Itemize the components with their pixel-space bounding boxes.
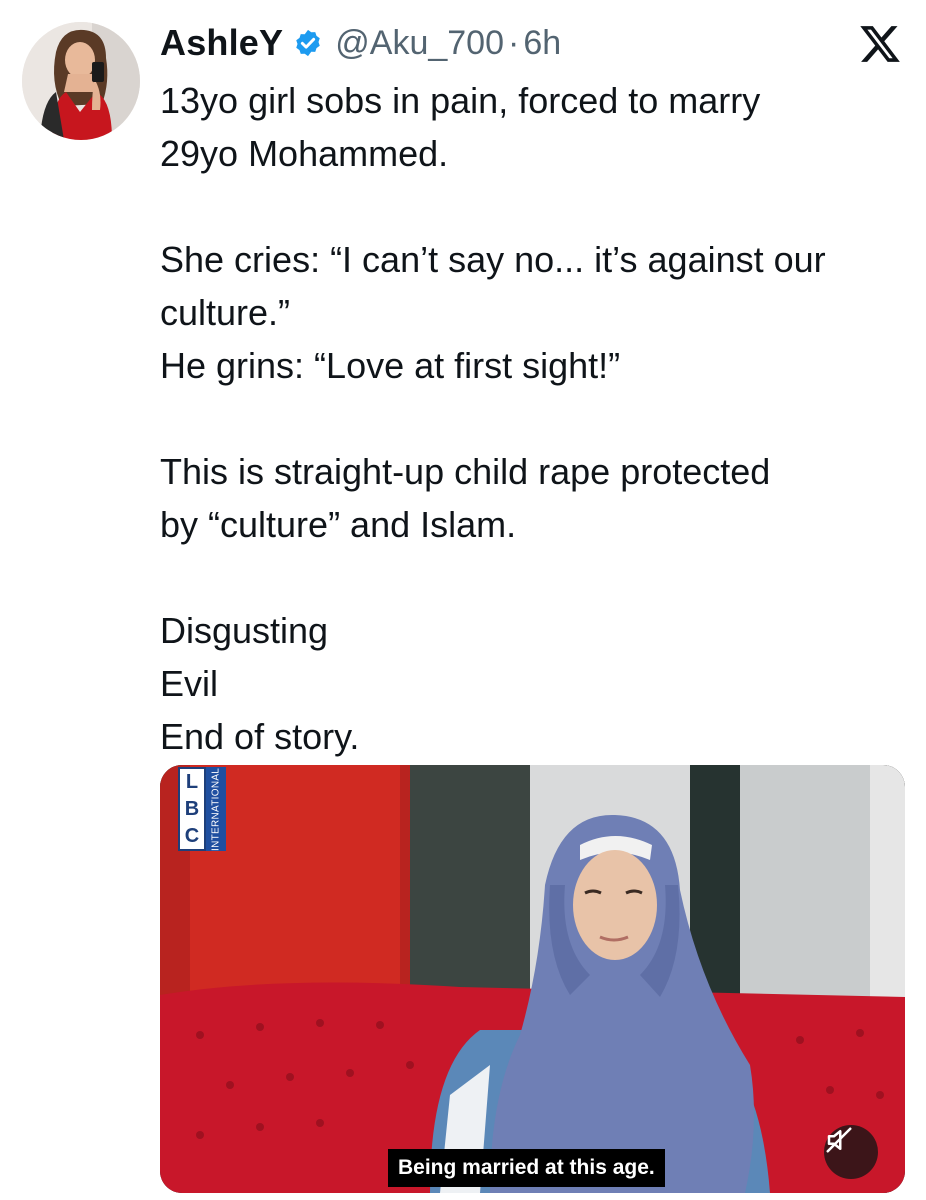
avatar-photo: [22, 22, 140, 140]
tweet: AshleY @Aku_700 · 6h 13yo girl sobs in p…: [0, 0, 926, 1200]
tweet-line: culture.”: [160, 292, 291, 333]
author-handle[interactable]: @Aku_700: [335, 24, 504, 63]
tweet-timestamp[interactable]: 6h: [523, 24, 561, 63]
tweet-header: AshleY @Aku_700 · 6h: [160, 18, 561, 68]
tweet-line: by “culture” and Islam.: [160, 504, 517, 545]
tweet-line: End of story.: [160, 716, 360, 757]
lbc-letter: B: [184, 797, 200, 820]
verified-badge-icon: [293, 28, 323, 58]
lbc-letter: C: [184, 824, 200, 847]
video-player[interactable]: L B C INTERNATIONAL Being married at thi…: [160, 765, 905, 1193]
tweet-line-gap: [160, 392, 910, 445]
video-subtitle: Being married at this age.: [388, 1149, 665, 1187]
header-separator: ·: [508, 23, 520, 62]
unmute-button[interactable]: [824, 1125, 878, 1179]
tweet-line: 13yo girl sobs in pain, forced to marry: [160, 80, 761, 121]
lbc-watermark: L B C INTERNATIONAL: [178, 767, 226, 851]
lbc-international-label: INTERNATIONAL: [206, 767, 226, 851]
x-logo-icon: [858, 22, 902, 66]
tweet-line-gap: [160, 551, 910, 604]
tweet-text: 13yo girl sobs in pain, forced to marry …: [160, 74, 910, 763]
tweet-line: He grins: “Love at first sight!”: [160, 345, 621, 386]
tweet-line: Evil: [160, 663, 219, 704]
muted-speaker-icon: [826, 1127, 852, 1153]
lbc-letters: L B C: [178, 767, 206, 851]
video-frame: [160, 765, 905, 1193]
tweet-line-gap: [160, 180, 910, 233]
avatar[interactable]: [22, 22, 140, 140]
tweet-line: She cries: “I can’t say no... it’s again…: [160, 239, 826, 280]
tweet-line: Disgusting: [160, 610, 329, 651]
tweet-line: 29yo Mohammed.: [160, 133, 449, 174]
lbc-letter: L: [185, 771, 199, 794]
tweet-line: This is straight-up child rape protected: [160, 451, 771, 492]
author-display-name[interactable]: AshleY: [160, 22, 283, 64]
